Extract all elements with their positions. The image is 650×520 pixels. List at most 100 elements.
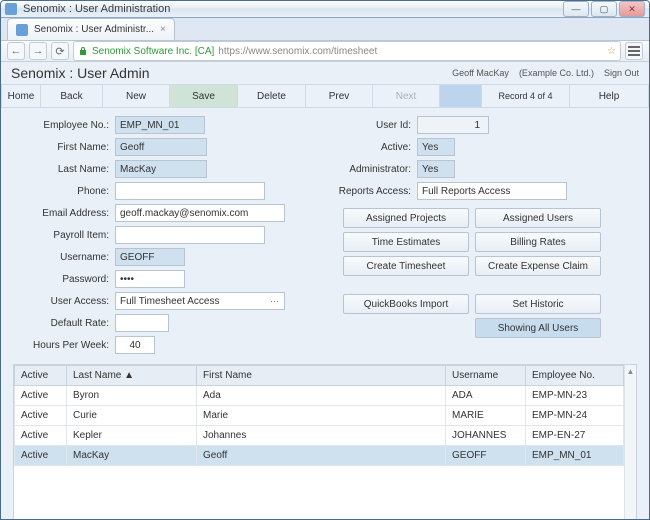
current-user: Geoff MacKay [452, 68, 509, 78]
cell-last-name: Kepler [67, 426, 197, 446]
last-name-label: Last Name: [13, 164, 109, 175]
create-expense-button[interactable]: Create Expense Claim [475, 256, 601, 276]
active-select[interactable]: Yes [417, 138, 455, 156]
help-button[interactable]: Help [570, 85, 649, 107]
time-estimates-button[interactable]: Time Estimates [343, 232, 469, 252]
browser-toolbar: ← → ⟳ Senomix Software Inc. [CA] https:/… [1, 41, 649, 62]
user-access-label: User Access: [13, 296, 109, 307]
cell-first-name: Johannes [197, 426, 446, 446]
reports-access-select[interactable]: Full Reports Access [417, 182, 567, 200]
cell-first-name: Ada [197, 386, 446, 406]
cell-first-name: Geoff [197, 446, 446, 466]
cell-active: Active [15, 406, 67, 426]
quickbooks-import-button[interactable]: QuickBooks Import [343, 294, 469, 314]
address-bar[interactable]: Senomix Software Inc. [CA] https://www.s… [73, 41, 621, 61]
assigned-users-button[interactable]: Assigned Users [475, 208, 601, 228]
app-toolbar: Home Back New Save Delete Prev Next Reco… [1, 84, 649, 108]
next-button: Next [373, 85, 440, 107]
cell-username: JOHANNES [446, 426, 526, 446]
prev-button[interactable]: Prev [306, 85, 373, 107]
showing-all-users-button[interactable]: Showing All Users [475, 318, 601, 338]
payroll-item-label: Payroll Item: [13, 230, 109, 241]
favicon-icon [5, 3, 17, 15]
first-name-label: First Name: [13, 142, 109, 153]
cell-username: ADA [446, 386, 526, 406]
cell-employee-no: EMP-EN-27 [526, 426, 624, 446]
payroll-item-field[interactable] [115, 226, 265, 244]
assigned-projects-button[interactable]: Assigned Projects [343, 208, 469, 228]
user-access-select[interactable]: Full Timesheet Access⋯ [115, 292, 285, 310]
col-first-name[interactable]: First Name [197, 366, 446, 386]
menu-button[interactable] [625, 42, 643, 60]
cell-active: Active [15, 446, 67, 466]
url-text: https://www.senomix.com/timesheet [218, 46, 377, 57]
grid-scrollbar[interactable]: ▲ ▼ [624, 365, 636, 520]
default-rate-label: Default Rate: [13, 318, 109, 329]
tab-title: Senomix : User Administr... [34, 24, 154, 35]
app-root: Senomix : User Admin Geoff MacKay (Examp… [1, 62, 649, 520]
employee-no-field[interactable]: EMP_MN_01 [115, 116, 205, 134]
current-company: (Example Co. Ltd.) [519, 68, 594, 78]
admin-select[interactable]: Yes [417, 160, 455, 178]
reports-access-label: Reports Access: [327, 186, 411, 197]
cell-employee-no: EMP_MN_01 [526, 446, 624, 466]
home-button[interactable]: Home [1, 85, 41, 107]
cert-label: Senomix Software Inc. [CA] [92, 46, 214, 57]
last-name-field[interactable]: MacKay [115, 160, 207, 178]
employee-no-label: Employee No.: [13, 120, 109, 131]
col-employee-no[interactable]: Employee No. [526, 366, 624, 386]
scroll-up-icon[interactable]: ▲ [625, 365, 636, 377]
record-status: Record 4 of 4 [482, 85, 570, 107]
phone-field[interactable] [115, 182, 265, 200]
admin-label: Administrator: [327, 164, 411, 175]
col-last-name[interactable]: Last Name ▲ [67, 366, 197, 386]
minimize-button[interactable]: ― [563, 1, 589, 17]
password-field[interactable]: •••• [115, 270, 185, 288]
billing-rates-button[interactable]: Billing Rates [475, 232, 601, 252]
os-titlebar: Senomix : User Administration ― ▢ ✕ [1, 1, 649, 18]
table-row[interactable]: ActiveMacKayGeoffGEOFFEMP_MN_01 [15, 446, 624, 466]
cell-last-name: MacKay [67, 446, 197, 466]
user-id-field: 1 [417, 116, 489, 134]
browser-tab[interactable]: Senomix : User Administr... × [7, 18, 175, 40]
delete-button[interactable]: Delete [238, 85, 306, 107]
email-field[interactable]: geoff.mackay@senomix.com [115, 204, 285, 222]
back-button[interactable]: Back [41, 85, 103, 107]
table-row[interactable]: ActiveByronAdaADAEMP-MN-23 [15, 386, 624, 406]
tab-favicon-icon [16, 24, 28, 36]
new-button[interactable]: New [103, 85, 170, 107]
cell-last-name: Curie [67, 406, 197, 426]
cell-last-name: Byron [67, 386, 197, 406]
sign-out-link[interactable]: Sign Out [604, 68, 639, 78]
create-timesheet-button[interactable]: Create Timesheet [343, 256, 469, 276]
cell-username: GEOFF [446, 446, 526, 466]
bookmark-icon[interactable]: ☆ [607, 46, 616, 57]
first-name-field[interactable]: Geoff [115, 138, 207, 156]
col-username[interactable]: Username [446, 366, 526, 386]
cell-username: MARIE [446, 406, 526, 426]
username-field[interactable]: GEOFF [115, 248, 185, 266]
set-historic-button[interactable]: Set Historic [475, 294, 601, 314]
default-rate-field[interactable] [115, 314, 169, 332]
reload-icon[interactable]: ⟳ [51, 42, 69, 60]
lock-icon [78, 46, 88, 56]
tab-close-icon[interactable]: × [160, 24, 166, 35]
ellipsis-icon: ⋯ [270, 296, 280, 307]
active-label: Active: [327, 142, 411, 153]
col-active[interactable]: Active [15, 366, 67, 386]
cell-active: Active [15, 386, 67, 406]
app-header: Senomix : User Admin Geoff MacKay (Examp… [1, 62, 649, 84]
close-button[interactable]: ✕ [619, 1, 645, 17]
email-label: Email Address: [13, 208, 109, 219]
browser-window: Senomix : User Administration ― ▢ ✕ Seno… [0, 0, 650, 520]
toolbar-spacer [440, 85, 482, 107]
save-button[interactable]: Save [170, 85, 238, 107]
cell-active: Active [15, 426, 67, 446]
table-row[interactable]: ActiveKeplerJohannesJOHANNESEMP-EN-27 [15, 426, 624, 446]
users-grid: Active Last Name ▲ First Name Username E… [13, 364, 637, 520]
back-icon[interactable]: ← [7, 42, 25, 60]
hours-per-week-field[interactable]: 40 [115, 336, 155, 354]
maximize-button[interactable]: ▢ [591, 1, 617, 17]
table-row[interactable]: ActiveCurieMarieMARIEEMP-MN-24 [15, 406, 624, 426]
forward-icon[interactable]: → [29, 42, 47, 60]
